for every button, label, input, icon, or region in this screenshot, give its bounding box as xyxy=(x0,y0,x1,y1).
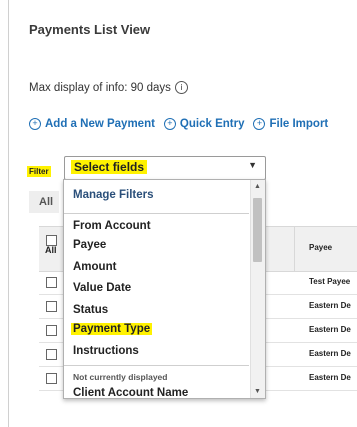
option-status[interactable]: Status xyxy=(73,304,108,316)
option-instructions[interactable]: Instructions xyxy=(73,345,139,357)
filter-select-value: Select fields xyxy=(71,160,148,174)
row-checkbox[interactable] xyxy=(46,277,57,288)
row-checkbox[interactable] xyxy=(46,301,57,312)
dropdown-divider xyxy=(64,365,249,366)
panel-border xyxy=(8,0,9,427)
quick-entry-label: Quick Entry xyxy=(179,118,245,130)
option-amount[interactable]: Amount xyxy=(73,261,116,273)
page-title: Payments List View xyxy=(29,22,151,37)
row-checkbox[interactable] xyxy=(46,325,57,336)
select-all-label: All xyxy=(45,245,57,255)
add-new-payment-link[interactable]: + Add a New Payment xyxy=(29,118,155,130)
dropdown-scrollbar[interactable]: ▲ ▼ xyxy=(250,180,265,398)
option-value-date[interactable]: Value Date xyxy=(73,282,131,294)
max-display-info: Max display of info: 90 days i xyxy=(29,81,188,94)
row-payee: Eastern De xyxy=(309,325,351,334)
file-import-label: File Import xyxy=(269,118,329,130)
manage-filters-option[interactable]: Manage Filters xyxy=(73,189,154,201)
option-payee[interactable]: Payee xyxy=(73,239,106,251)
filter-label: Filter xyxy=(27,166,51,177)
info-icon[interactable]: i xyxy=(174,81,188,94)
option-payment-type[interactable]: Payment Type xyxy=(71,323,153,335)
row-checkbox[interactable] xyxy=(46,373,57,384)
plus-circle-icon: + xyxy=(29,118,41,130)
plus-circle-icon: + xyxy=(163,118,176,130)
scrollbar-thumb[interactable] xyxy=(253,198,262,262)
quick-entry-link[interactable]: + Quick Entry xyxy=(163,118,245,130)
filter-dropdown: Manage Filters From Account Payee Amount… xyxy=(63,179,266,399)
dropdown-divider xyxy=(64,213,249,214)
not-displayed-section-label: Not currently displayed xyxy=(73,372,168,382)
row-payee: Eastern De xyxy=(309,373,351,382)
column-divider xyxy=(294,227,295,271)
plus-circle-icon: + xyxy=(253,118,266,130)
filter-select[interactable]: Select fields ▼ xyxy=(64,156,266,180)
row-payee: Eastern De xyxy=(309,301,351,310)
scroll-down-arrow-icon[interactable]: ▼ xyxy=(254,388,261,395)
payments-list-view: Payments List View Max display of info: … xyxy=(0,0,357,427)
tab-all[interactable]: All xyxy=(29,191,60,213)
scroll-up-arrow-icon[interactable]: ▲ xyxy=(254,183,261,190)
caret-down-icon: ▼ xyxy=(248,160,257,170)
row-payee: Eastern De xyxy=(309,349,351,358)
column-header-payee[interactable]: Payee xyxy=(309,243,332,252)
file-import-link[interactable]: + File Import xyxy=(253,118,328,130)
action-links: + Add a New Payment + Quick Entry + File… xyxy=(29,118,328,130)
option-from-account[interactable]: From Account xyxy=(73,220,151,232)
row-payee: Test Payee xyxy=(309,277,351,286)
max-display-text: Max display of info: 90 days xyxy=(29,81,171,94)
add-new-payment-label: Add a New Payment xyxy=(45,118,155,130)
row-checkbox[interactable] xyxy=(46,349,57,360)
option-client-account-name[interactable]: Client Account Name xyxy=(73,387,188,398)
